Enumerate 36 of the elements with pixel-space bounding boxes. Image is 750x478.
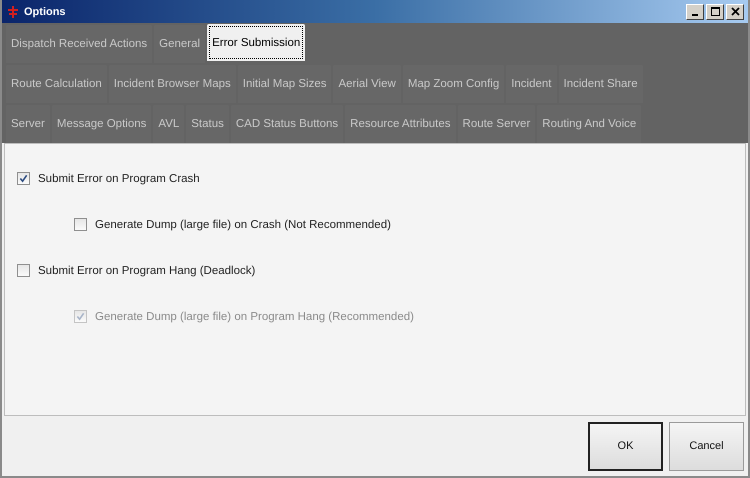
tab[interactable]: Message Options (52, 105, 152, 143)
tab[interactable]: AVL (153, 105, 184, 143)
tab[interactable]: Resource Attributes (345, 105, 456, 143)
cross-icon (6, 4, 20, 18)
maximize-button[interactable] (706, 4, 724, 20)
option-checkbox[interactable]: Submit Error on Program Hang (Deadlock) (17, 264, 256, 277)
tab[interactable]: Aerial View (333, 65, 401, 103)
tab[interactable]: CAD Status Buttons (230, 105, 344, 143)
minimize-icon (692, 14, 698, 16)
tab[interactable]: Map Zoom Config (402, 65, 504, 103)
checkbox[interactable] (17, 172, 30, 185)
close-button[interactable] (726, 4, 744, 20)
tab[interactable]: Incident (506, 65, 556, 103)
checkbox[interactable] (74, 218, 87, 231)
tab[interactable]: Route Calculation (6, 65, 107, 103)
tab[interactable]: Incident Share (558, 65, 643, 103)
tab[interactable]: Server (6, 105, 50, 143)
tab[interactable]: Initial Map Sizes (238, 65, 332, 103)
tab[interactable]: Incident Browser Maps (108, 65, 236, 103)
checkmark-icon (19, 174, 28, 183)
tab[interactable]: Route Server (458, 105, 536, 143)
option-checkbox[interactable]: Submit Error on Program Crash (17, 172, 200, 185)
cancel-button[interactable]: Cancel (669, 422, 744, 470)
tab[interactable]: Dispatch Received Actions (6, 25, 152, 63)
checkbox[interactable] (17, 264, 30, 277)
option-checkbox[interactable]: Generate Dump (large file) on Crash (Not Recommended) (74, 218, 391, 231)
close-icon (730, 6, 740, 17)
ok-button[interactable]: OK (588, 422, 663, 470)
tab[interactable]: General (154, 25, 206, 63)
checkmark-icon (76, 312, 85, 321)
minimize-button[interactable] (686, 4, 704, 20)
maximize-icon (710, 6, 720, 17)
tab[interactable]: Status (186, 105, 229, 143)
tab[interactable]: Error Submission (207, 24, 306, 61)
window-title: Options (24, 6, 66, 18)
tab[interactable]: Routing And Voice (537, 105, 642, 143)
